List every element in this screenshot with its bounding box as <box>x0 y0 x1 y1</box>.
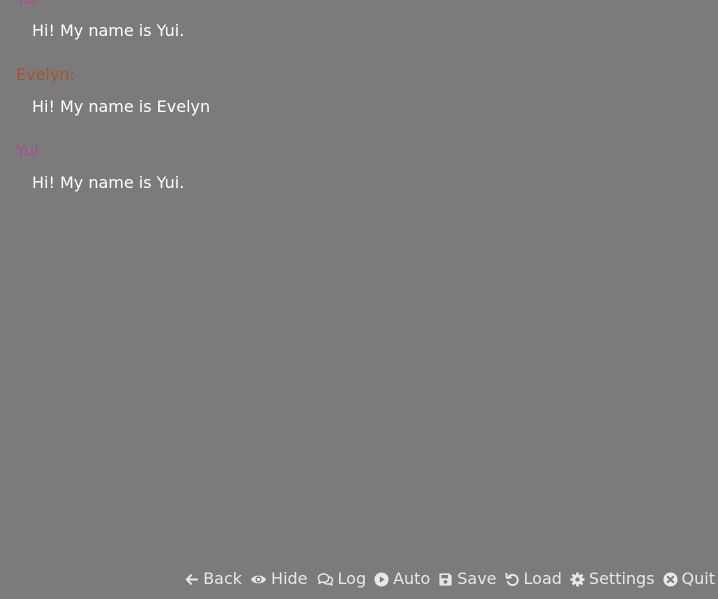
gear-icon <box>570 571 585 587</box>
floppy-disk-icon <box>439 572 452 586</box>
close-circle-icon <box>663 571 678 587</box>
load-button[interactable]: Load <box>505 569 562 589</box>
quit-label: Quit <box>681 569 715 588</box>
dialogue-line: Hi! My name is Yui. <box>32 21 185 40</box>
play-circle-icon <box>374 571 389 587</box>
log-label: Log <box>337 569 367 588</box>
hide-button[interactable]: Hide <box>250 569 308 589</box>
save-label: Save <box>457 569 497 588</box>
eye-icon <box>251 575 267 583</box>
log-button[interactable]: Log <box>316 569 367 589</box>
auto-button[interactable]: Auto <box>374 569 430 589</box>
dialogue-line: Hi! My name is Evelyn <box>32 97 211 116</box>
dialogue-history: Yui: Hi! My name is Yui. Evelyn: Hi! My … <box>0 0 718 217</box>
back-button[interactable]: Back <box>184 569 242 589</box>
speaker-name: Yui: <box>16 141 44 160</box>
hide-label: Hide <box>271 569 308 588</box>
history-entry: Yui: Hi! My name is Yui. <box>0 141 718 217</box>
speaker-name: Yui: <box>16 0 44 9</box>
dialogue-line: Hi! My name is Yui. <box>32 173 185 192</box>
load-label: Load <box>523 569 562 588</box>
quit-button[interactable]: Quit <box>663 569 715 589</box>
history-entry: Yui: Hi! My name is Yui. <box>0 0 718 65</box>
settings-button[interactable]: Settings <box>570 569 655 589</box>
undo-icon <box>505 572 519 586</box>
arrow-left-icon <box>185 573 199 585</box>
save-button[interactable]: Save <box>438 569 497 589</box>
auto-label: Auto <box>393 569 431 588</box>
quick-menu: Back Hide Log Auto Save Load Settings Qu… <box>184 568 715 590</box>
history-entry: Evelyn: Hi! My name is Evelyn <box>0 65 718 141</box>
chat-bubbles-icon <box>317 572 333 586</box>
speaker-name: Evelyn: <box>16 65 75 84</box>
settings-label: Settings <box>588 569 655 588</box>
back-label: Back <box>203 569 243 588</box>
